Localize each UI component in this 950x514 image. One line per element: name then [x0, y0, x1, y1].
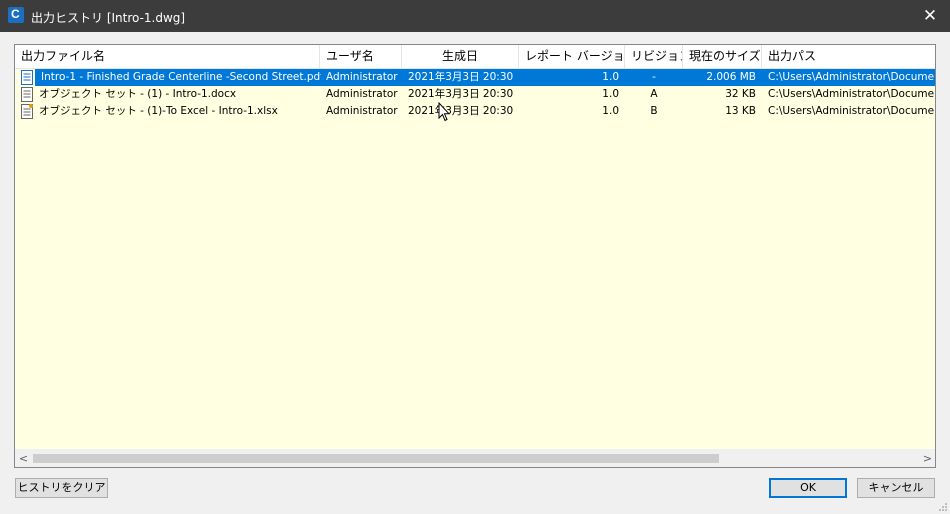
path-cell: C:\Users\Administrator\Documents [768, 105, 936, 117]
scroll-left-button[interactable]: < [15, 450, 32, 467]
table-row[interactable]: オブジェクト セット - (1) - Intro-1.docx Administ… [15, 86, 936, 103]
scroll-right-button[interactable]: > [919, 450, 935, 467]
output-history-list[interactable]: 出力ファイル名 ユーザ名 生成日 レポート バージョン リビジョン 現在のサイズ… [14, 44, 936, 468]
excel-document-icon [21, 104, 33, 119]
column-header-revision[interactable]: リビジョン [625, 45, 683, 68]
clear-history-button[interactable]: ヒストリをクリア [15, 478, 108, 498]
column-header-user[interactable]: ユーザ名 [320, 45, 402, 68]
table-row[interactable]: オブジェクト セット - (1)-To Excel - Intro-1.xlsx… [15, 103, 936, 120]
table-row[interactable]: Intro-1 - Finished Grade Centerline -Sec… [15, 69, 936, 86]
window-title: 出力ヒストリ [Intro-1.dwg] [31, 11, 186, 25]
version-cell: 1.0 [602, 71, 619, 83]
ok-button[interactable]: OK [769, 478, 847, 498]
size-cell: 32 KB [725, 88, 756, 100]
title-bar[interactable]: 出力ヒストリ [Intro-1.dwg] ✕ [0, 0, 950, 32]
column-header-report-version[interactable]: レポート バージョン [519, 45, 625, 68]
horizontal-scrollbar[interactable]: < > [15, 449, 935, 467]
size-cell: 2.006 MB [706, 71, 756, 83]
column-header-output-path[interactable]: 出力パス [762, 45, 935, 68]
revision-cell: - [652, 71, 656, 83]
pdf-document-icon [21, 70, 33, 85]
file-name-cell: オブジェクト セット - (1)-To Excel - Intro-1.xlsx [39, 105, 278, 117]
column-header-date[interactable]: 生成日 [402, 45, 519, 68]
mouse-pointer-icon [438, 102, 450, 122]
scroll-thumb[interactable] [33, 454, 719, 463]
path-cell: C:\Users\Administrator\Documents [768, 88, 936, 100]
user-cell: Administrator [326, 88, 398, 100]
civil3d-app-icon [8, 7, 24, 23]
user-cell: Administrator [326, 71, 398, 83]
path-cell: C:\Users\Administrator\Documents [768, 71, 936, 83]
size-cell: 13 KB [725, 105, 756, 117]
date-cell: 2021年3月3日 20:30 [408, 88, 514, 100]
file-name-cell: Intro-1 - Finished Grade Centerline -Sec… [41, 71, 321, 83]
cancel-button[interactable]: キャンセル [857, 478, 935, 498]
resize-grip-icon[interactable] [938, 502, 948, 512]
revision-cell: B [650, 105, 658, 117]
file-name-cell: オブジェクト セット - (1) - Intro-1.docx [39, 88, 237, 100]
version-cell: 1.0 [602, 88, 619, 100]
column-header-file-name[interactable]: 出力ファイル名 [15, 45, 320, 68]
column-header-row: 出力ファイル名 ユーザ名 生成日 レポート バージョン リビジョン 現在のサイズ… [15, 45, 935, 69]
date-cell: 2021年3月3日 20:30 [408, 105, 514, 117]
date-cell: 2021年3月3日 20:30 [408, 71, 514, 83]
word-document-icon [21, 87, 33, 102]
output-history-dialog: 出力ヒストリ [Intro-1.dwg] ✕ 出力ファイル名 ユーザ名 生成日 … [0, 0, 950, 514]
close-button[interactable]: ✕ [910, 0, 950, 32]
column-header-current-size[interactable]: 現在のサイズ [683, 45, 762, 68]
user-cell: Administrator [326, 105, 398, 117]
version-cell: 1.0 [602, 105, 619, 117]
revision-cell: A [650, 88, 658, 100]
